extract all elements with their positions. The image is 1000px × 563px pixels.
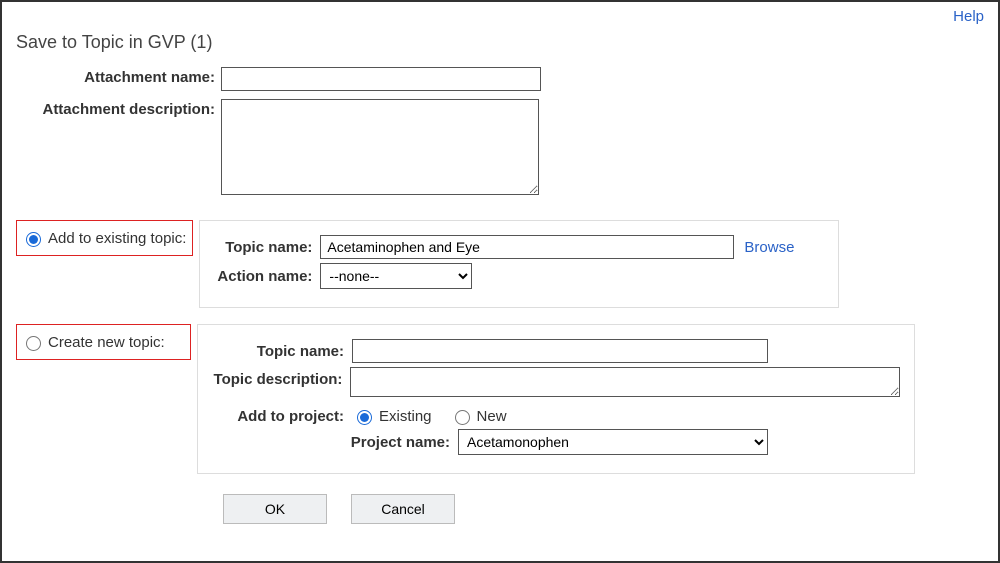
- ok-button[interactable]: OK: [223, 494, 327, 524]
- new-topic-desc-label: Topic description:: [212, 367, 350, 388]
- page-title: Save to Topic in GVP (1): [16, 32, 984, 53]
- existing-topic-section: Add to existing topic: Topic name: Brows…: [16, 220, 984, 308]
- create-topic-radio-block: Create new topic:: [16, 324, 191, 360]
- project-existing-radio-label: Existing: [379, 408, 432, 425]
- existing-topic-panel: Topic name: Browse Action name: --none--: [199, 220, 839, 308]
- add-to-project-label: Add to project:: [212, 408, 352, 425]
- attachment-description-textarea[interactable]: [221, 99, 539, 195]
- project-name-label: Project name:: [212, 434, 458, 451]
- create-topic-radio-label: Create new topic:: [48, 334, 165, 351]
- attachment-description-label: Attachment description:: [42, 101, 215, 118]
- button-row: OK Cancel: [223, 494, 984, 524]
- existing-topic-radio-label: Add to existing topic:: [48, 230, 186, 247]
- browse-link[interactable]: Browse: [744, 239, 794, 256]
- existing-topic-radio[interactable]: [26, 232, 41, 247]
- new-topic-name-label: Topic name:: [212, 343, 352, 360]
- existing-topic-name-label: Topic name:: [214, 239, 320, 256]
- action-name-select[interactable]: --none--: [320, 263, 472, 289]
- cancel-button[interactable]: Cancel: [351, 494, 455, 524]
- existing-topic-name-input[interactable]: [320, 235, 734, 259]
- attachment-section: Attachment name: Attachment description:: [16, 63, 541, 202]
- create-topic-section: Create new topic: Topic name: Topic desc…: [16, 324, 984, 474]
- project-new-radio[interactable]: [455, 410, 470, 425]
- project-new-radio-label: New: [477, 408, 507, 425]
- project-name-select[interactable]: Acetamonophen: [458, 429, 768, 455]
- project-existing-radio[interactable]: [357, 410, 372, 425]
- action-name-label: Action name:: [214, 268, 320, 285]
- create-topic-panel: Topic name: Topic description: Add to pr…: [197, 324, 915, 474]
- create-topic-radio[interactable]: [26, 336, 41, 351]
- attachment-name-input[interactable]: [221, 67, 541, 91]
- dialog-container: Help Save to Topic in GVP (1) Attachment…: [0, 0, 1000, 563]
- help-link[interactable]: Help: [953, 8, 984, 25]
- attachment-name-label: Attachment name:: [84, 69, 215, 86]
- new-topic-desc-textarea[interactable]: [350, 367, 900, 397]
- new-topic-name-input[interactable]: [352, 339, 768, 363]
- existing-topic-radio-block: Add to existing topic:: [16, 220, 193, 256]
